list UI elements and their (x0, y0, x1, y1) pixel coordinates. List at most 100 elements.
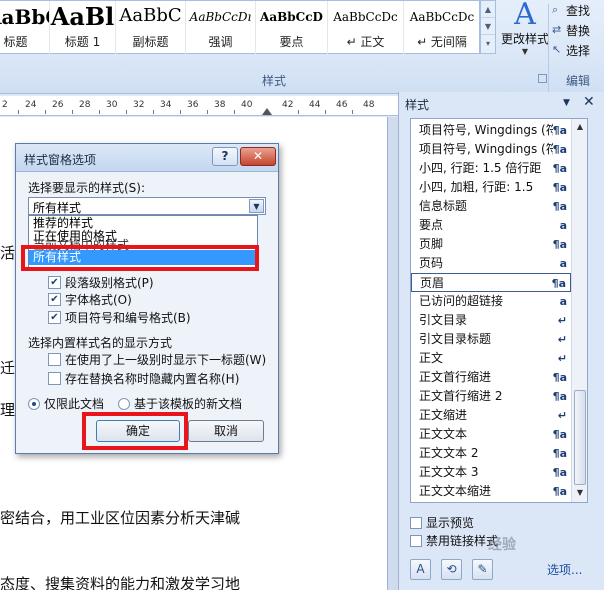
bullet-format-checkbox[interactable]: ✔ 项目符号和编号格式(B) (48, 309, 191, 326)
scrollbar-thumb[interactable] (574, 390, 586, 485)
style-name: 强调 (208, 35, 233, 49)
style-list-item[interactable]: 信息标题 ¶a (411, 197, 571, 216)
style-list-item[interactable]: 引文目录 ↵ (411, 311, 571, 330)
style-list-item[interactable]: 正文文本 2 ¶a (411, 444, 571, 463)
style-list-item[interactable]: 项目符号, Wingdings (符 ¶a (411, 140, 571, 159)
chevron-down-icon[interactable]: ▼ (563, 98, 570, 108)
style-list-item[interactable]: 正文首行缩进 ¶a (411, 368, 571, 387)
paragraph-mark-icon: ↵ (557, 352, 567, 365)
style-item-name: 正文文本 3 (419, 465, 479, 479)
paragraph-style-icon: ¶a (552, 143, 567, 156)
checkbox-box (410, 534, 422, 547)
show-preview-checkbox[interactable]: 显示预览 (410, 514, 474, 531)
dialog-title-bar[interactable]: 样式窗格选项 ? ✕ (16, 144, 278, 172)
paragraph-style-icon: ¶a (552, 466, 567, 479)
font-format-checkbox[interactable]: ✔ 字体格式(O) (48, 291, 132, 308)
highlight-ok-button (82, 412, 188, 450)
styles-to-show-select[interactable]: 所有样式 ▼ (28, 197, 266, 215)
style-list-item[interactable]: 正文文本 ¶a (411, 425, 571, 444)
style-list-item[interactable]: 页码 a (411, 254, 571, 273)
cursor-icon: ↖ (552, 43, 562, 56)
change-styles-icon: A (514, 0, 536, 32)
chevron-down-icon: ▼ (521, 47, 529, 56)
chevron-down-icon[interactable]: ▼ (249, 199, 264, 213)
horizontal-ruler[interactable]: 2 24 26 28 30 32 34 36 38 40 42 44 46 48 (0, 96, 398, 116)
style-tile-emphasis[interactable]: AaBbCcDı 强调 (186, 1, 256, 54)
style-list-item[interactable]: 正文缩进 ↵ (411, 406, 571, 425)
change-styles-button[interactable]: A 更改样式 ▼ (498, 0, 552, 56)
style-list-item[interactable]: 项目符号, Wingdings (符 ¶a (411, 121, 571, 140)
style-item-name: 小四, 行距: 1.5 倍行距 (419, 161, 542, 175)
show-next-heading-checkbox[interactable]: 在使用了上一级别时显示下一标题(W) (48, 351, 266, 368)
new-style-icon[interactable]: A (410, 559, 431, 580)
style-list-item[interactable]: 页脚 ¶a (411, 235, 571, 254)
style-inspector-icon[interactable]: ⟲ (441, 559, 462, 580)
styles-dialog-launcher-icon[interactable] (538, 74, 547, 83)
find-label: 查找 (566, 3, 591, 18)
only-this-document-radio[interactable]: 仅限此文档 (28, 395, 104, 412)
ruler-number: 36 (187, 100, 199, 110)
help-button[interactable]: ? (212, 147, 238, 166)
cancel-button[interactable]: 取消 (188, 420, 264, 442)
style-tile-strong[interactable]: AaBbCcD 要点 (256, 1, 328, 54)
style-item-name: 正文文本 2 (419, 446, 479, 460)
hide-builtin-name-checkbox[interactable]: 存在替换名称时隐藏内置名称(H) (48, 370, 239, 387)
gallery-down-icon[interactable]: ▼ (481, 18, 495, 35)
ruler-tick (180, 110, 181, 114)
radio-label: 仅限此文档 (44, 397, 105, 411)
style-sample: AaBbC (0, 5, 49, 29)
style-tile-subtitle[interactable]: AaBbC 副标题 (116, 1, 186, 54)
style-tile-no-spacing[interactable]: AaBbCcDc ↵ 无间隔 (404, 1, 480, 54)
scroll-down-icon[interactable]: ▼ (572, 485, 587, 501)
style-list-item[interactable]: 小四, 行距: 1.5 倍行距 ¶a (411, 159, 571, 178)
change-styles-label: 更改样式 (500, 32, 549, 46)
styles-pane: 样式 ▼ ✕ 项目符号, Wingdings (符 ¶a 项目符号, Wingdi… (398, 92, 604, 590)
ruler-number: 40 (241, 100, 253, 110)
style-list-item[interactable]: 已访问的超链接 a (411, 292, 571, 311)
gallery-up-icon[interactable]: ▲ (481, 1, 495, 18)
checkmark-icon: ✔ (48, 293, 61, 306)
style-list-item[interactable]: 要点 a (411, 216, 571, 235)
style-item-name: 页码 (419, 256, 444, 270)
style-item-name: 小四, 加粗, 行距: 1.5 (419, 180, 534, 194)
style-name: ↵ 正文 (346, 35, 385, 49)
checkbox-box (48, 353, 61, 366)
style-list-item[interactable]: 正文 ↵ (411, 349, 571, 368)
style-list-item[interactable]: 正文文本 3 ¶a (411, 463, 571, 482)
builtin-name-label: 选择内置样式名的显示方式 (28, 336, 173, 350)
ruler-tick (298, 110, 299, 114)
style-list-item[interactable]: 小四, 加粗, 行距: 1.5 ¶a (411, 178, 571, 197)
style-list-item[interactable]: 正文首行缩进 2 ¶a (411, 387, 571, 406)
ribbon: AaBbC 标题 AaBl 标题 1 AaBbC 副标题 AaBbCcDı 强调… (0, 0, 604, 94)
select-button[interactable]: ↖ 选择 (552, 40, 604, 60)
replace-button[interactable]: ⇄ 替换 (552, 20, 604, 40)
options-link[interactable]: 选项... (547, 561, 582, 578)
close-icon[interactable]: ✕ (583, 94, 595, 110)
style-tile-title[interactable]: AaBbC 标题 (0, 1, 50, 54)
paragraph-style-icon: ¶a (552, 485, 567, 498)
styles-list: 项目符号, Wingdings (符 ¶a 项目符号, Wingdings (符 ¶… (410, 118, 588, 503)
style-list-item[interactable]: 引文目录标题 ↵ (411, 330, 571, 349)
style-item-name: 要点 (419, 218, 444, 232)
checkbox-label: 字体格式(O) (65, 293, 132, 307)
style-list-item-current[interactable]: 页眉 ¶a (411, 273, 571, 292)
ruler-number: 42 (282, 100, 294, 110)
paragraph-style-icon: ¶a (552, 181, 567, 194)
character-style-icon: a (559, 219, 567, 232)
style-list-item[interactable]: 正文文本缩进 ¶a (411, 482, 571, 501)
disable-linked-styles-checkbox[interactable]: 禁用链接样式 (410, 532, 498, 549)
right-indent-marker[interactable] (262, 108, 272, 115)
styles-list-scrollbar[interactable]: ▲ ▼ (571, 119, 587, 502)
close-button[interactable]: ✕ (240, 147, 276, 166)
style-item-name: 正文文本缩进 (419, 484, 492, 498)
style-item-name: 正文首行缩进 2 (419, 389, 503, 403)
ruler-tick (234, 110, 235, 114)
template-documents-radio[interactable]: 基于该模板的新文档 (118, 395, 242, 412)
paragraph-format-checkbox[interactable]: ✔ 段落级别格式(P) (48, 274, 154, 291)
style-tile-heading1[interactable]: AaBl 标题 1 (50, 1, 116, 54)
manage-styles-icon[interactable]: ✎ (472, 559, 493, 580)
style-tile-normal[interactable]: AaBbCcDc ↵ 正文 (328, 1, 404, 54)
find-button[interactable]: ⌕ 查找 (552, 0, 604, 20)
gallery-more-icon[interactable]: ▾ (481, 35, 495, 52)
scroll-up-icon[interactable]: ▲ (572, 119, 587, 135)
